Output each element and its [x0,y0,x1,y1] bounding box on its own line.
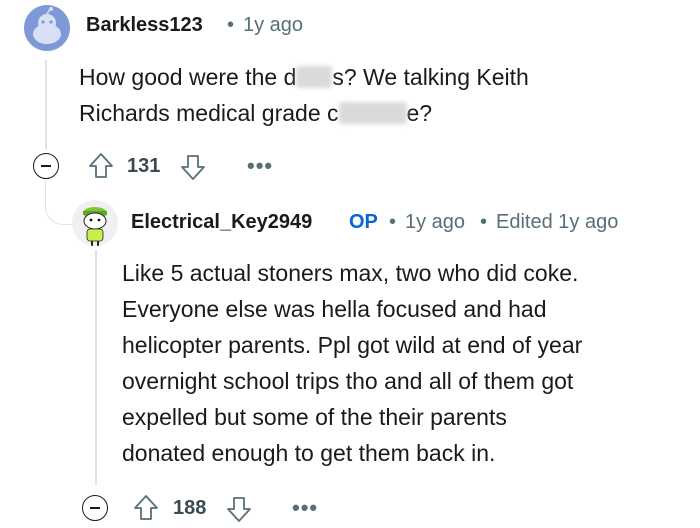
comment-line: helicopter parents. Ppl got wild at end … [122,332,583,358]
comment-author[interactable]: Electrical_Key2949 [131,211,312,234]
redacted-word [338,102,407,124]
meta-separator: • [389,211,397,233]
comment-timestamp[interactable]: 1y ago [405,211,465,234]
avatar[interactable] [72,200,118,246]
more-options-button[interactable]: ••• [247,153,273,179]
downvote-icon[interactable] [226,495,252,523]
meta-separator: • [227,14,235,36]
comment-line: Like 5 actual stoners max, two who did c… [122,260,579,286]
comment-text: How good were the d [79,64,297,90]
minus-icon [41,165,51,167]
thread-line [45,60,47,150]
comment-author[interactable]: Barkless123 [86,14,203,37]
comment-line: donated enough to get them back in. [122,440,496,466]
downvote-icon[interactable] [180,153,206,181]
vote-count: 188 [173,497,207,519]
avatar[interactable] [24,5,70,51]
comment-body: How good were the d s? We talking Keith R… [79,59,679,131]
snoo-avatar-icon [33,7,61,44]
comment-text: e? [406,100,433,126]
meta-separator: • [480,211,488,233]
upvote-icon[interactable] [133,494,159,522]
collapse-thread-button[interactable] [33,153,59,179]
comment-body: Like 5 actual stoners max, two who did c… [122,255,692,471]
minus-icon [90,507,100,509]
snoo-avatar-icon [83,207,107,246]
comment-text: s? We talking Keith [332,64,529,90]
vote-count: 131 [127,155,161,177]
upvote-icon[interactable] [88,152,114,180]
redacted-word [296,66,333,88]
comment-line: expelled but some of the their parents [122,404,507,430]
op-badge: OP [349,211,378,233]
edited-label: Edited 1y ago [496,211,619,233]
comment-line: Everyone else was hella focused and had [122,296,547,322]
comment-line: overnight school trips tho and all of th… [122,368,574,394]
comment-text: Richards medical grade c [79,100,339,126]
more-options-button[interactable]: ••• [292,495,318,521]
comment-timestamp[interactable]: 1y ago [243,14,303,37]
reply-thread-line [95,250,97,485]
collapse-thread-button[interactable] [82,495,108,521]
